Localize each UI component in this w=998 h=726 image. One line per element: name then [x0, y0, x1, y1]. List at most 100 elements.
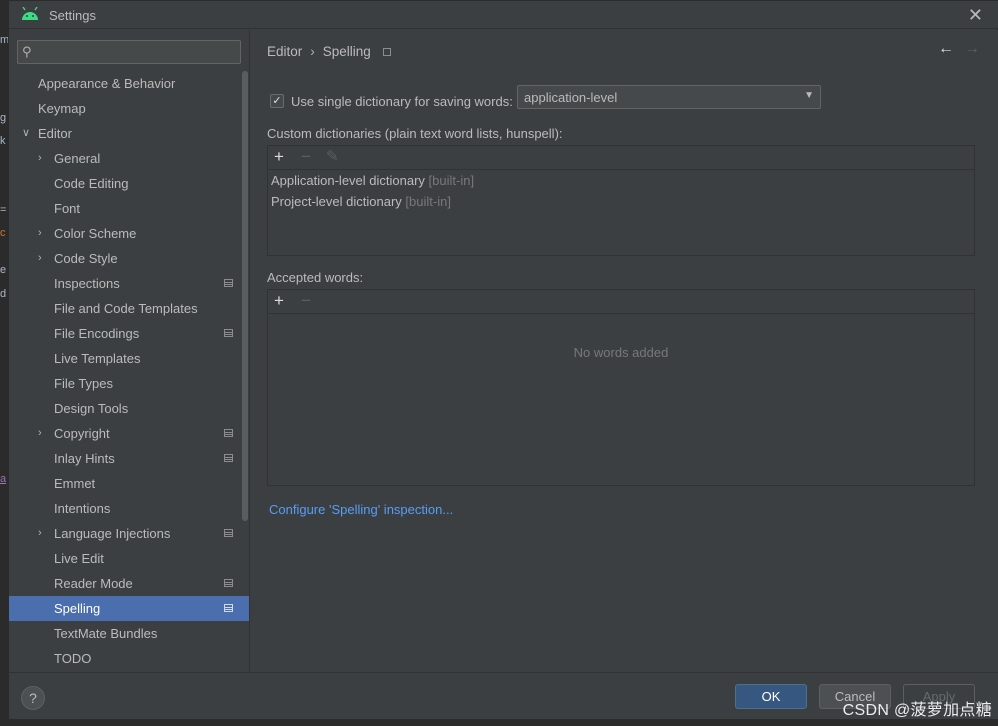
chevron-down-icon[interactable]: ∨: [22, 121, 30, 146]
remove-icon: −: [301, 291, 311, 310]
help-button[interactable]: ?: [21, 686, 45, 710]
editor-fragment: e: [0, 264, 7, 276]
search-input[interactable]: [42, 43, 232, 61]
sidebar-item-code-editing[interactable]: Code Editing: [9, 171, 249, 196]
sidebar-item-file-and-code-templates[interactable]: File and Code Templates: [9, 296, 249, 321]
editor-fragment: d: [0, 288, 7, 300]
sidebar-item-label: Design Tools: [54, 401, 129, 416]
search-icon: ⚲: [22, 44, 32, 59]
custom-dictionaries-panel: + − ✎ Application-level dictionary [buil…: [267, 145, 975, 256]
chevron-right-icon[interactable]: ›: [38, 146, 42, 171]
breadcrumb-current: Spelling: [322, 44, 371, 59]
watermark: CSDN @菠萝加点糖: [842, 702, 992, 719]
title-bar: Settings ✕: [9, 1, 998, 29]
background-editor-strip: m g k = c e d a: [0, 0, 9, 726]
dictionary-level-value: application-level: [524, 90, 618, 105]
sidebar-item-label: Emmet: [54, 476, 96, 491]
sidebar-item-live-edit[interactable]: Live Edit: [9, 546, 249, 571]
list-item[interactable]: Project-level dictionary [built-in]: [268, 191, 974, 212]
project-scope-icon: [224, 604, 233, 612]
sidebar-item-inspections[interactable]: Inspections: [9, 271, 249, 296]
project-scope-icon: [224, 329, 233, 337]
sidebar-item-code-style[interactable]: › Code Style: [9, 246, 249, 271]
settings-sidebar: ⚲ Appearance & Behavior Keymap ∨ Editor › Gen…: [9, 30, 250, 672]
sidebar-item-editor[interactable]: ∨ Editor: [9, 121, 249, 146]
single-dictionary-checkbox[interactable]: ✓: [270, 94, 284, 108]
breadcrumb-parent[interactable]: Editor: [267, 44, 302, 59]
chevron-right-icon[interactable]: ›: [38, 421, 42, 446]
android-icon: [22, 7, 38, 20]
sidebar-item-font[interactable]: Font: [9, 196, 249, 221]
project-scope-icon: [382, 48, 391, 56]
settings-tree: Appearance & Behavior Keymap ∨ Editor › Gener…: [9, 71, 249, 671]
configure-inspection-link[interactable]: Configure 'Spelling' inspection...: [269, 502, 453, 517]
sidebar-item-emmet[interactable]: Emmet: [9, 471, 249, 496]
add-icon[interactable]: +: [274, 292, 284, 310]
sidebar-item-language-injections[interactable]: › Language Injections: [9, 521, 249, 546]
sidebar-item-inlay-hints[interactable]: Inlay Hints: [9, 446, 249, 471]
chevron-right-icon[interactable]: ›: [38, 246, 42, 271]
sidebar-item-label: File Encodings: [54, 326, 140, 341]
sidebar-item-label: Spelling: [54, 601, 101, 616]
sidebar-item-file-types[interactable]: File Types: [9, 371, 249, 396]
breadcrumb-separator: ›: [310, 44, 315, 59]
sidebar-item-color-scheme[interactable]: › Color Scheme: [9, 221, 249, 246]
sidebar-item-label: File Types: [54, 376, 114, 391]
sidebar-item-keymap[interactable]: Keymap: [9, 96, 249, 121]
sidebar-item-textmate-bundles[interactable]: TextMate Bundles: [9, 621, 249, 646]
add-icon[interactable]: +: [274, 148, 284, 166]
sidebar-item-intentions[interactable]: Intentions: [9, 496, 249, 521]
sidebar-item-general[interactable]: › General: [9, 146, 249, 171]
sidebar-item-label: TextMate Bundles: [54, 626, 158, 641]
accepted-words-label: Accepted words:: [267, 270, 364, 285]
accepted-words-toolbar: + −: [268, 290, 974, 314]
sidebar-item-label: Inspections: [54, 276, 120, 291]
sidebar-item-copyright[interactable]: › Copyright: [9, 421, 249, 446]
chevron-right-icon[interactable]: ›: [38, 521, 42, 546]
sidebar-item-label: Live Templates: [54, 351, 141, 366]
sidebar-item-file-encodings[interactable]: File Encodings: [9, 321, 249, 346]
sidebar-item-label: TODO: [54, 651, 92, 666]
editor-fragment: c: [0, 227, 6, 239]
empty-state-text: No words added: [573, 345, 669, 360]
dictionary-level-select[interactable]: application-level ▼: [517, 85, 821, 109]
sidebar-item-reader-mode[interactable]: Reader Mode: [9, 571, 249, 596]
project-scope-icon: [224, 454, 233, 462]
chevron-right-icon[interactable]: ›: [38, 221, 42, 246]
sidebar-item-label: Live Edit: [54, 551, 104, 566]
dictionary-tag: [built-in]: [428, 173, 475, 188]
dictionary-name: Project-level dictionary: [271, 194, 402, 209]
accepted-words-panel: + − No words added: [267, 289, 975, 486]
sidebar-item-label: Reader Mode: [54, 576, 133, 591]
sidebar-item-label: General: [54, 151, 101, 166]
sidebar-item-label: Keymap: [38, 101, 86, 116]
sidebar-item-todo[interactable]: TODO: [9, 646, 249, 671]
window-title: Settings: [49, 8, 96, 23]
sidebar-item-spelling[interactable]: Spelling: [9, 596, 249, 621]
breadcrumb: Editor › Spelling: [267, 44, 391, 59]
sidebar-item-label: Color Scheme: [54, 226, 137, 241]
sidebar-item-label: Code Editing: [54, 176, 129, 191]
project-scope-icon: [224, 279, 233, 287]
sidebar-item-design-tools[interactable]: Design Tools: [9, 396, 249, 421]
settings-dialog: Settings ✕ ⚲ Appearance & Behavior Keymap…: [8, 0, 998, 719]
sidebar-item-label: Appearance & Behavior: [38, 76, 176, 91]
project-scope-icon: [224, 529, 233, 537]
custom-dictionaries-label: Custom dictionaries (plain text word lis…: [267, 126, 563, 141]
back-arrow-icon[interactable]: ←: [938, 40, 954, 58]
sidebar-scrollbar[interactable]: [242, 71, 248, 521]
sidebar-item-live-templates[interactable]: Live Templates: [9, 346, 249, 371]
single-dictionary-label[interactable]: Use single dictionary for saving words:: [291, 94, 513, 109]
project-scope-icon: [224, 579, 233, 587]
dictionary-name: Application-level dictionary: [271, 173, 425, 188]
dictionary-tag: [built-in]: [405, 194, 451, 209]
list-item[interactable]: Application-level dictionary [built-in]: [268, 170, 974, 191]
sidebar-item-label: Intentions: [54, 501, 111, 516]
ok-button[interactable]: OK: [735, 684, 807, 709]
close-icon[interactable]: ✕: [968, 5, 983, 26]
sidebar-item-appearance-behavior[interactable]: Appearance & Behavior: [9, 71, 249, 96]
sidebar-item-label: File and Code Templates: [54, 301, 198, 316]
search-field[interactable]: ⚲: [17, 40, 241, 64]
sidebar-item-label: Inlay Hints: [54, 451, 115, 466]
dropdown-arrow-icon: ▼: [804, 90, 814, 101]
